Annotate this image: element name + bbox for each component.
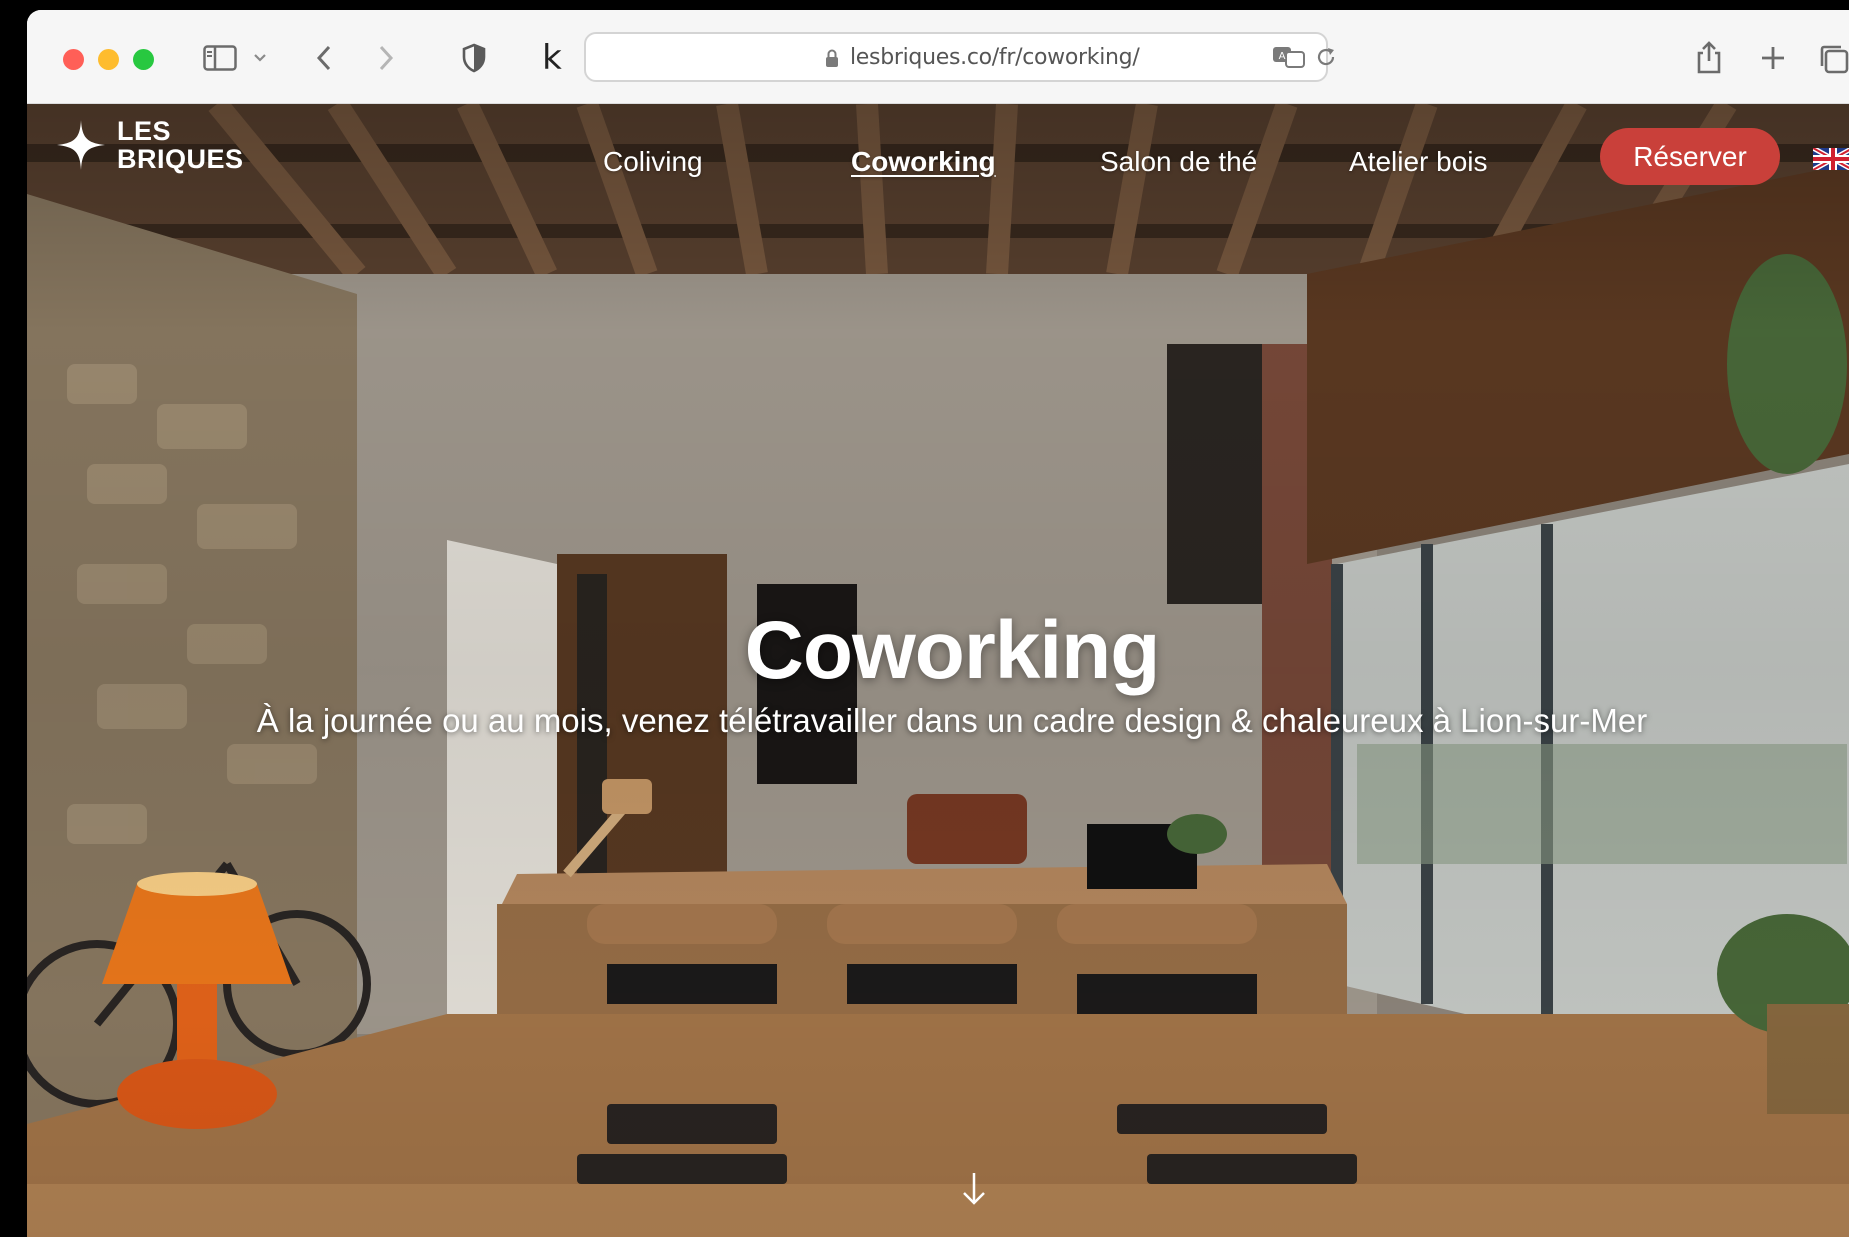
uk-flag-icon[interactable] xyxy=(1813,148,1849,170)
chevron-down-icon[interactable] xyxy=(251,48,269,68)
nav-link-coworking[interactable]: Coworking xyxy=(851,146,996,178)
page-subtitle: À la journée ou au mois, venez télétrava… xyxy=(256,702,1648,739)
k-icon[interactable]: k xyxy=(537,38,567,78)
nav-link-atelier-bois[interactable]: Atelier bois xyxy=(1349,146,1488,178)
nav-link-coliving[interactable]: Coliving xyxy=(603,146,703,178)
close-window-button[interactable] xyxy=(63,49,84,70)
hero-section: LES BRIQUES Coliving Coworking Salon de … xyxy=(27,104,1849,1237)
reserve-button[interactable]: Réserver xyxy=(1600,128,1780,185)
lock-icon xyxy=(823,46,841,70)
site-logo[interactable]: LES BRIQUES xyxy=(55,114,255,174)
url-text[interactable]: lesbriques.co/fr/coworking/ xyxy=(850,45,1140,70)
sidebar-icon[interactable] xyxy=(203,44,237,72)
page-title: Coworking xyxy=(744,605,1161,696)
zoom-window-button[interactable] xyxy=(133,49,154,70)
browser-toolbar: k lesbriques.co/fr/coworking/ A xyxy=(27,10,1849,104)
share-icon[interactable] xyxy=(1692,38,1726,78)
logo-text-line1: LES xyxy=(117,116,172,146)
minimize-window-button[interactable] xyxy=(98,49,119,70)
logo-star-icon xyxy=(57,120,105,170)
plus-icon[interactable] xyxy=(1756,40,1790,76)
logo-text-line2: BRIQUES xyxy=(117,144,244,174)
address-bar[interactable]: lesbriques.co/fr/coworking/ A xyxy=(584,32,1335,82)
translate-icon[interactable]: A xyxy=(1272,44,1306,70)
nav-link-salon-de-the[interactable]: Salon de thé xyxy=(1100,146,1257,178)
reload-icon[interactable] xyxy=(1314,44,1338,70)
browser-window: k lesbriques.co/fr/coworking/ A LES BRIQ… xyxy=(27,10,1849,1237)
arrow-down-icon[interactable] xyxy=(957,1169,991,1209)
shield-icon[interactable] xyxy=(459,42,489,74)
chevron-right-icon[interactable] xyxy=(371,42,401,74)
chevron-left-icon[interactable] xyxy=(309,42,339,74)
svg-text:A: A xyxy=(1279,51,1286,62)
tabs-overview-icon[interactable] xyxy=(1817,42,1849,76)
